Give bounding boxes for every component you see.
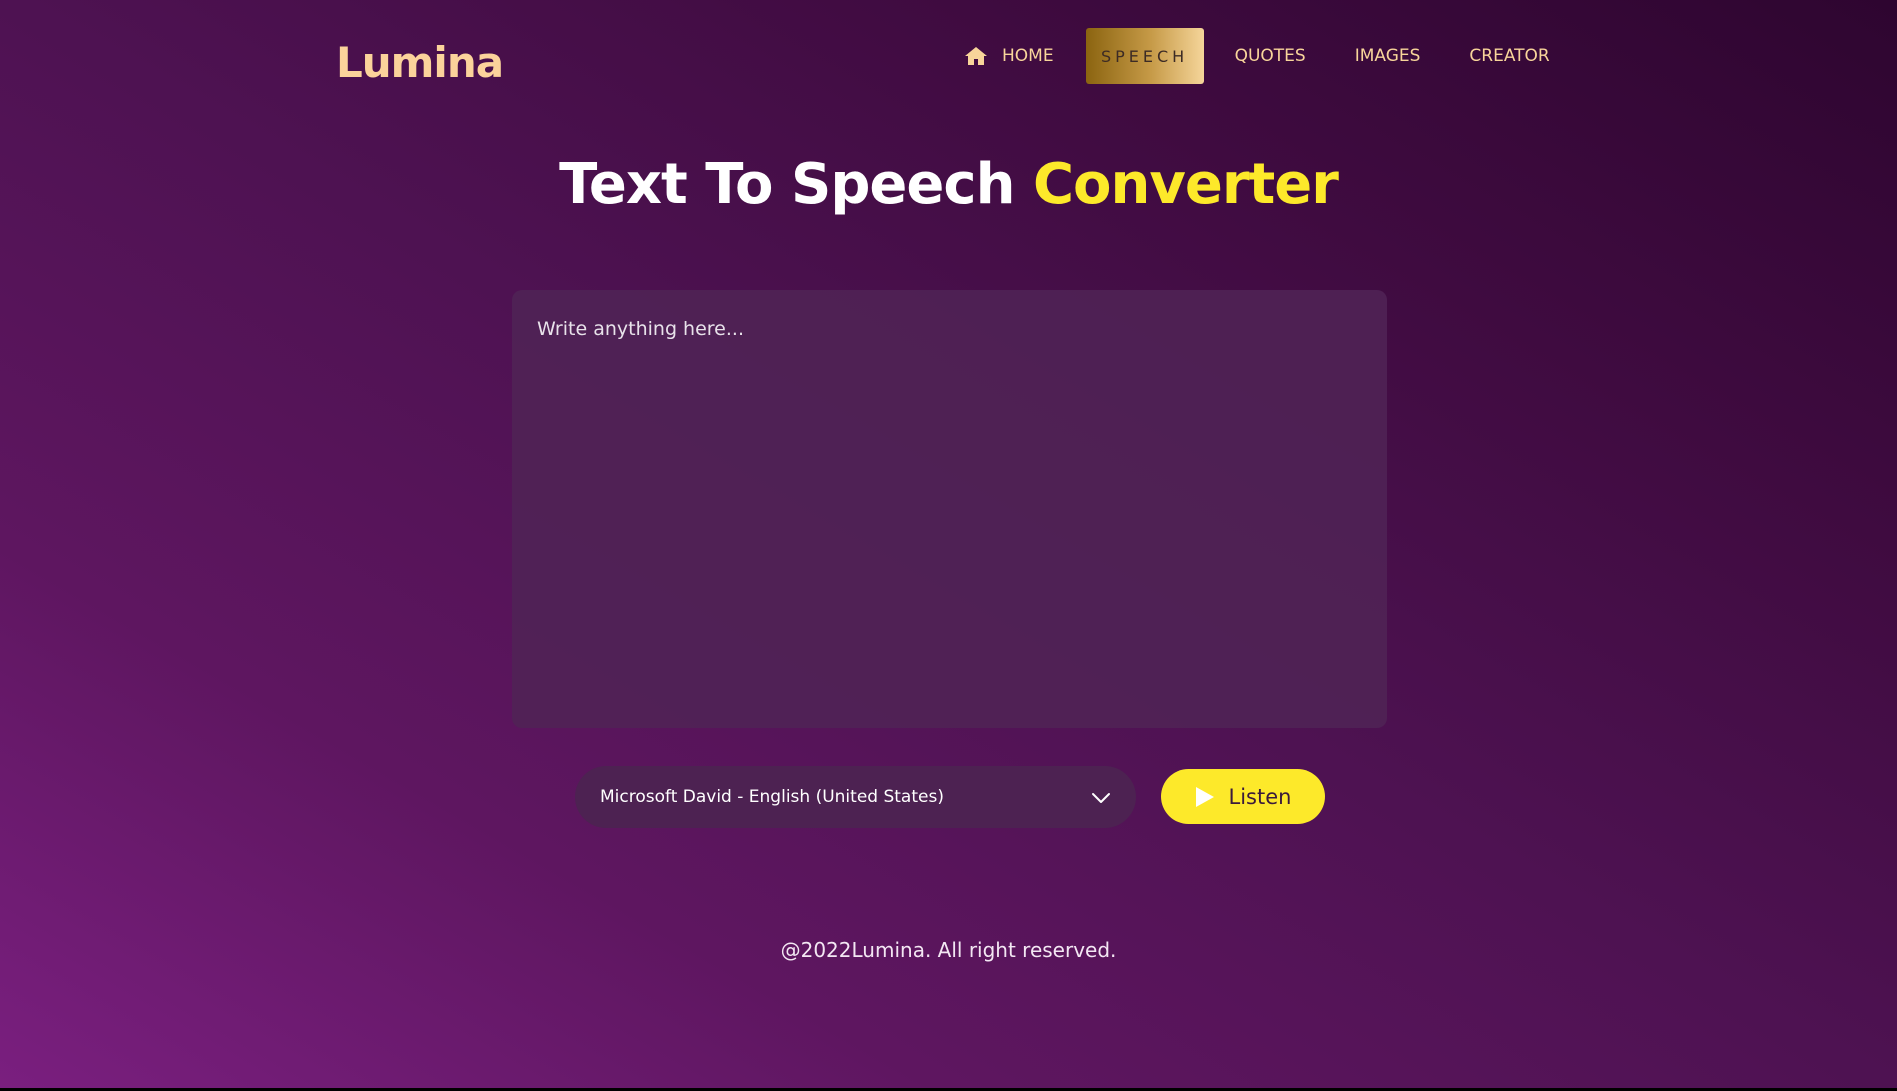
page-title: Text To Speech Converter xyxy=(0,150,1897,220)
voice-select[interactable]: Microsoft David - English (United States… xyxy=(575,766,1136,828)
chevron-down-icon xyxy=(1091,790,1111,804)
text-input-panel xyxy=(512,290,1387,728)
text-input[interactable] xyxy=(512,290,1387,728)
footer-copyright: @2022Lumina. All right reserved. xyxy=(780,938,1117,962)
nav-home[interactable]: HOME xyxy=(940,28,1086,84)
logo[interactable]: Lumina xyxy=(336,38,504,88)
listen-button-label: Listen xyxy=(1228,784,1292,809)
nav-creator[interactable]: CREATOR xyxy=(1420,28,1549,84)
nav-quotes-label: QUOTES xyxy=(1234,46,1306,66)
nav-speech-label: SPEECH xyxy=(1100,46,1189,66)
listen-button[interactable]: Listen xyxy=(1161,769,1325,824)
title-accent: Converter xyxy=(1032,152,1339,217)
nav-quotes[interactable]: QUOTES xyxy=(1204,28,1306,84)
page-background: Lumina HOME SPEECH QUOTES IMAGES CREATOR… xyxy=(0,0,1897,1088)
nav-creator-label: CREATOR xyxy=(1469,46,1550,66)
play-icon xyxy=(1195,786,1215,808)
nav-images[interactable]: IMAGES xyxy=(1306,28,1421,84)
main-nav: HOME SPEECH QUOTES IMAGES CREATOR xyxy=(940,28,1550,84)
nav-home-label: HOME xyxy=(1002,46,1054,66)
nav-images-label: IMAGES xyxy=(1354,46,1421,66)
title-main: Text To Speech xyxy=(559,152,1015,217)
home-icon xyxy=(964,46,988,66)
voice-select-value: Microsoft David - English (United States… xyxy=(600,787,944,807)
nav-speech[interactable]: SPEECH xyxy=(1085,28,1204,84)
